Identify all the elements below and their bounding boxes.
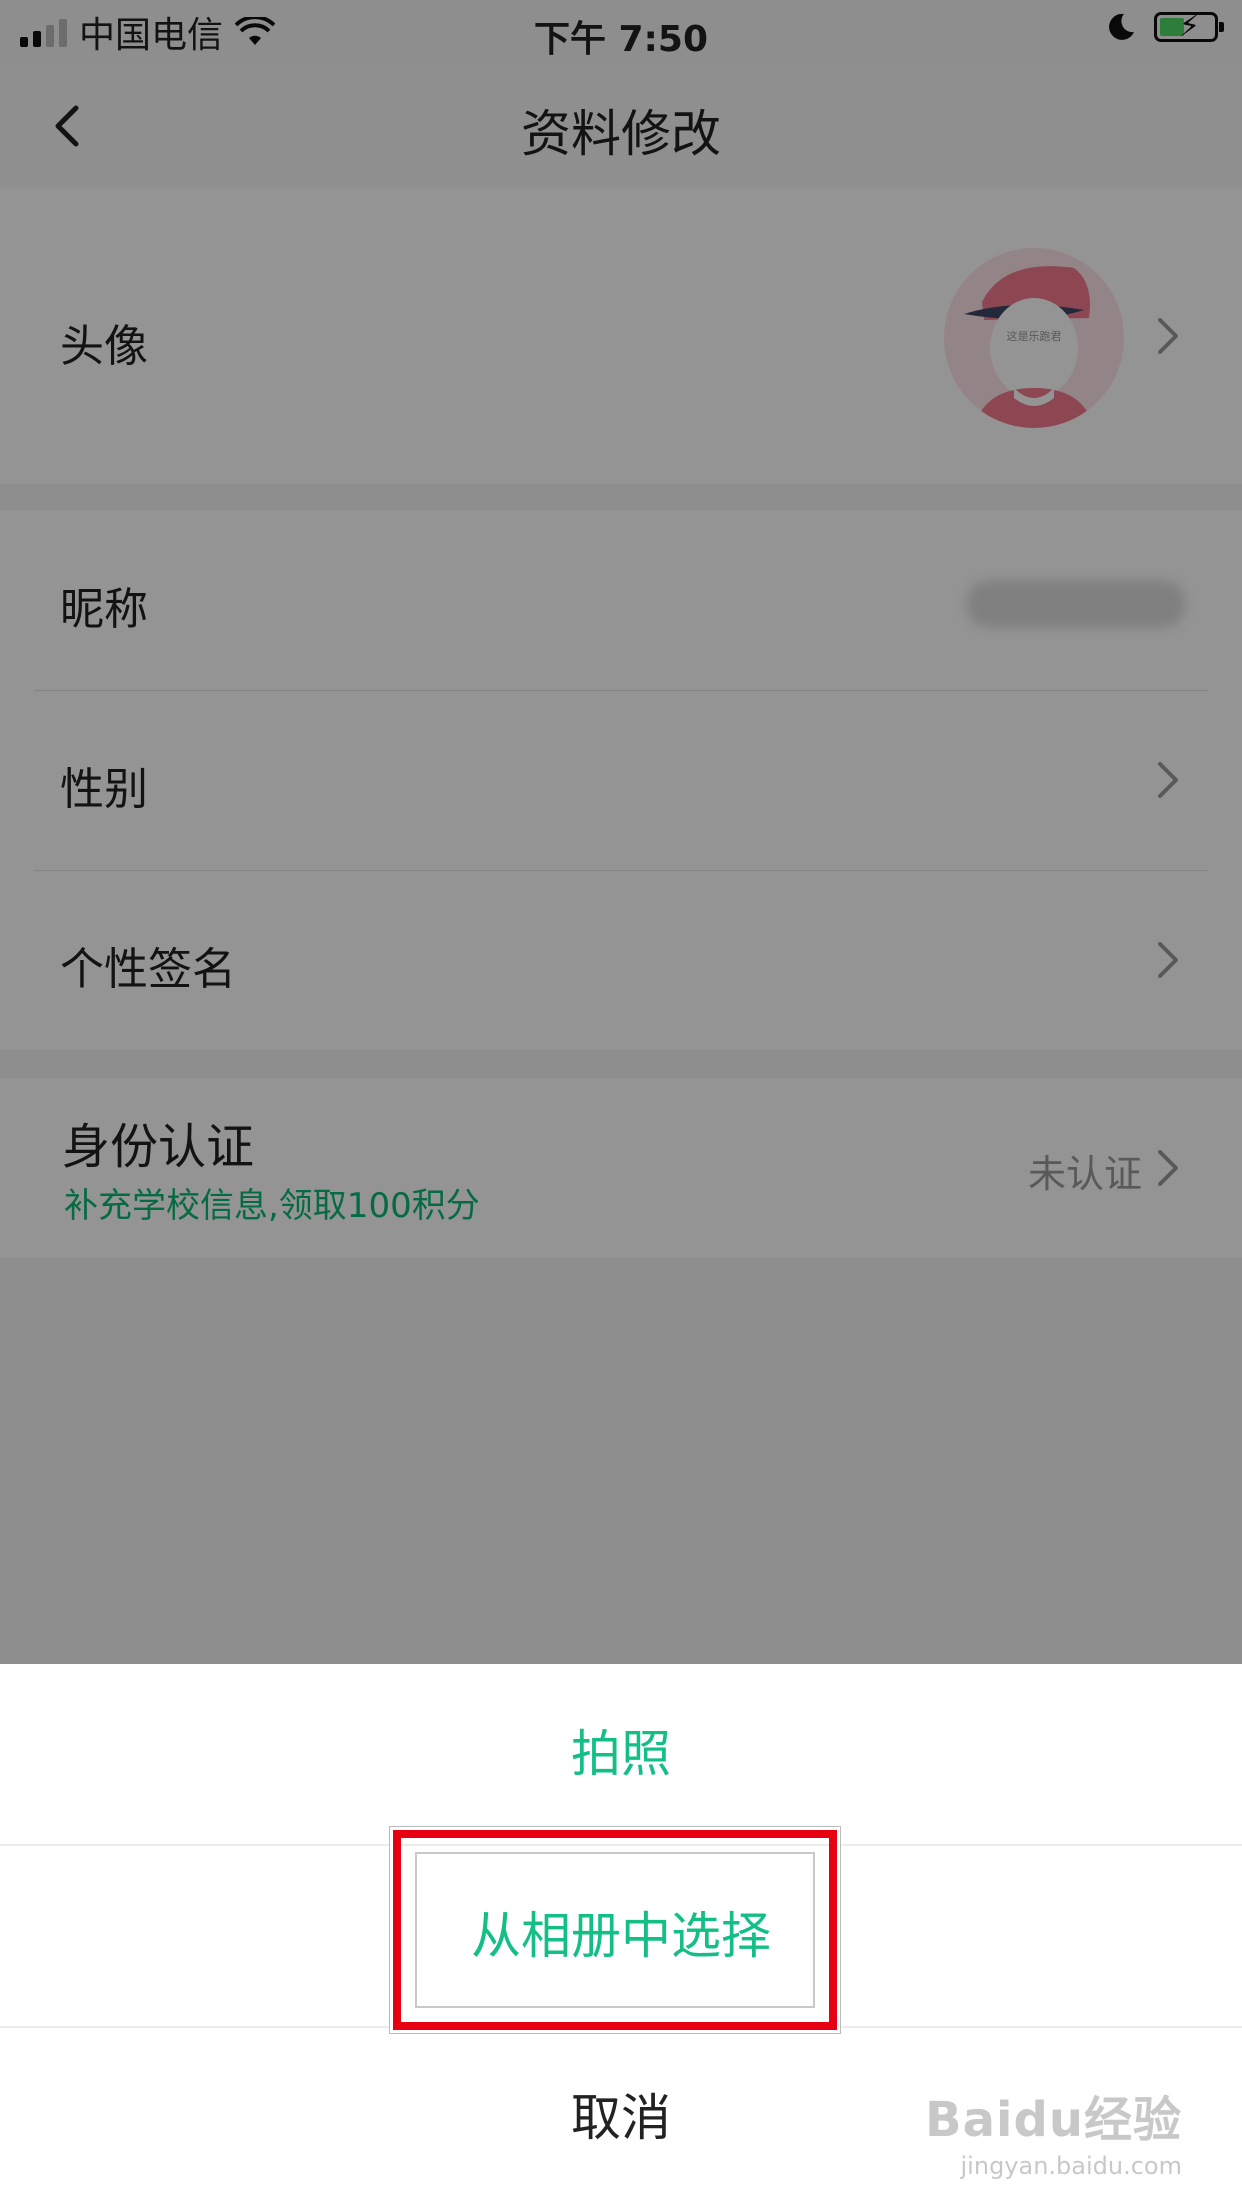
baidu-watermark: Baidu经验 jingyan.baidu.com bbox=[925, 2080, 1182, 2180]
profile-edit-screen: 中国电信 下午 7:50 ⚡ 资料修改 头像 这是乐跑君 昵称 性别 个性签名 … bbox=[0, 0, 1242, 2208]
highlight-box bbox=[393, 1830, 837, 2030]
take-photo-button[interactable]: 拍照 bbox=[0, 1664, 1242, 1844]
modal-backdrop[interactable] bbox=[0, 0, 1242, 1664]
watermark-url: jingyan.baidu.com bbox=[960, 2152, 1182, 2180]
watermark-brand: Baidu经验 bbox=[925, 2092, 1182, 2148]
